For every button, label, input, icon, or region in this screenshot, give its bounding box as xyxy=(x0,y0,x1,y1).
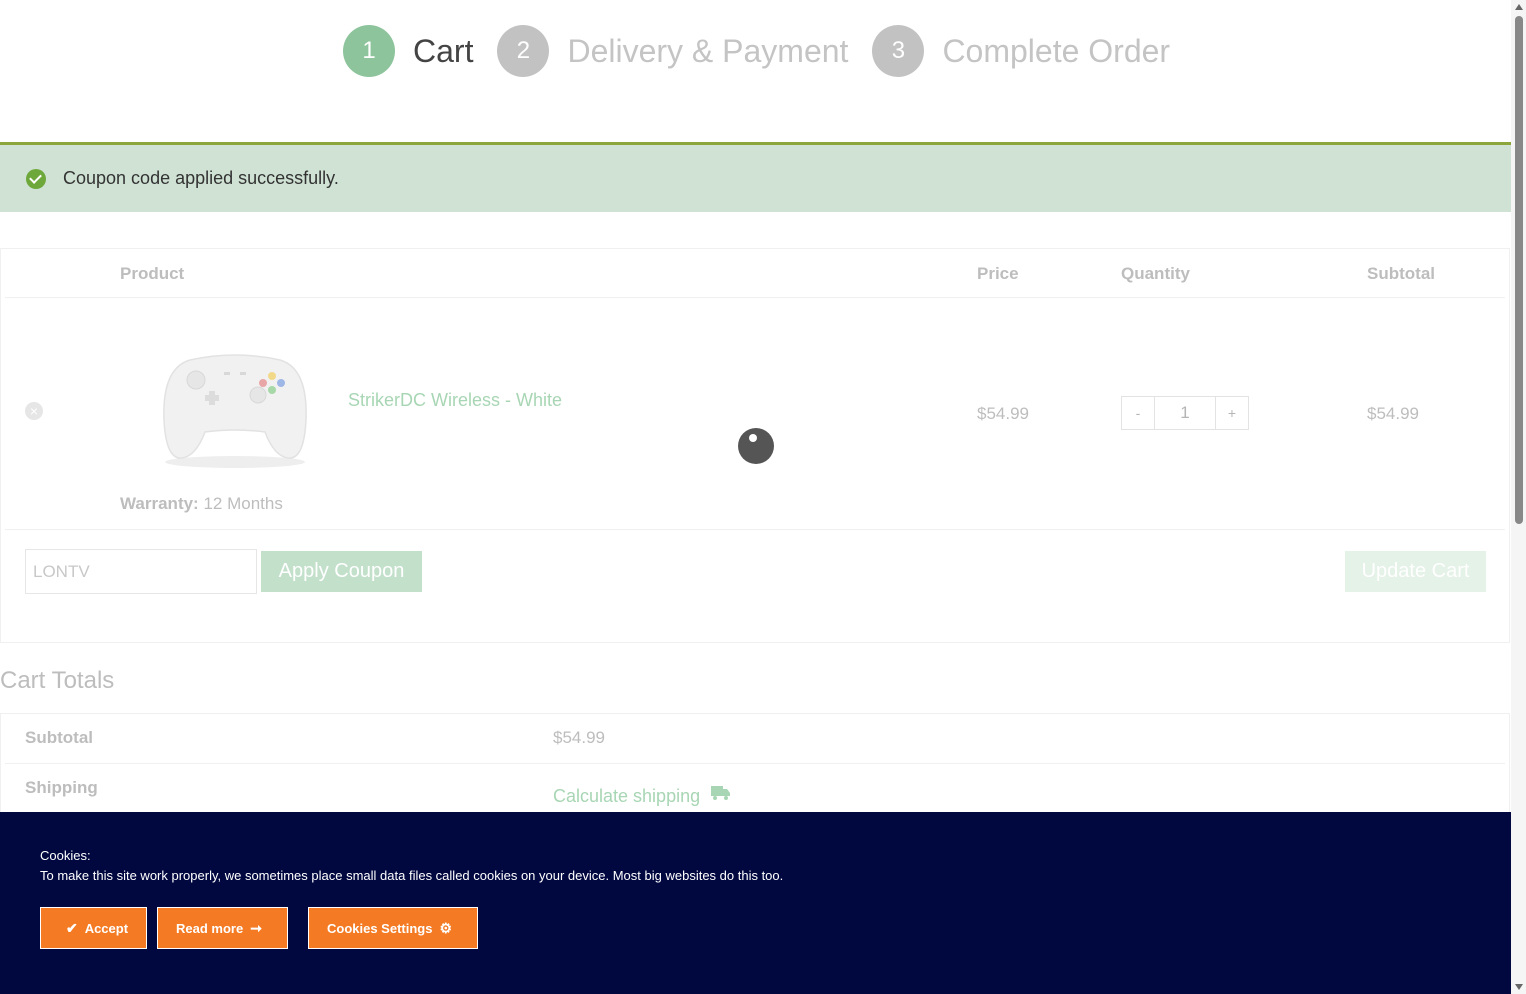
read-more-button[interactable]: Read more ➞ xyxy=(157,907,288,949)
checkmark-icon: ✔ xyxy=(65,919,78,936)
totals-shipping-label: Shipping xyxy=(25,778,98,797)
step-number: 1 xyxy=(343,25,395,77)
scroll-up-arrow-icon[interactable] xyxy=(1515,4,1523,10)
read-more-label: Read more xyxy=(176,920,244,936)
gear-icon: ⚙ xyxy=(439,919,453,936)
cookie-banner: Cookies: To make this site work properly… xyxy=(0,812,1511,994)
product-link[interactable]: StrikerDC Wireless - White xyxy=(348,390,562,411)
step-delivery-payment[interactable]: 2 Delivery & Payment xyxy=(497,25,848,77)
success-notice: Coupon code applied successfully. xyxy=(0,142,1511,212)
calculate-shipping-link[interactable]: Calculate shipping xyxy=(553,786,700,807)
warranty-value: 12 Months xyxy=(203,494,283,513)
accept-label: Accept xyxy=(84,920,129,936)
notice-text: Coupon code applied successfully. xyxy=(63,168,339,188)
cookie-settings-label: Cookies Settings xyxy=(326,920,433,936)
step-label: Delivery & Payment xyxy=(567,32,849,69)
step-cart[interactable]: 1 Cart xyxy=(343,25,473,77)
divider xyxy=(5,763,1505,764)
page-scrollbar[interactable] xyxy=(1511,0,1526,994)
qty-increase-button[interactable]: + xyxy=(1215,396,1249,430)
coupon-code-input[interactable] xyxy=(25,549,257,594)
item-price: $54.99 xyxy=(977,404,1029,423)
step-number: 3 xyxy=(872,25,925,77)
checkout-steps: 1 Cart 2 Delivery & Payment 3 Complete O… xyxy=(343,25,1194,77)
divider xyxy=(5,297,1505,298)
qty-decrease-button[interactable]: - xyxy=(1121,396,1155,430)
header-quantity: Quantity xyxy=(1121,264,1190,283)
apply-coupon-button[interactable]: Apply Coupon xyxy=(261,551,422,592)
totals-subtotal-label: Subtotal xyxy=(25,728,93,747)
warranty-label: Warranty: xyxy=(120,494,199,513)
step-complete-order[interactable]: 3 Complete Order xyxy=(872,25,1170,77)
product-thumbnail[interactable] xyxy=(150,340,320,475)
header-subtotal: Subtotal xyxy=(1367,264,1435,283)
step-number: 2 xyxy=(497,25,550,77)
update-cart-button[interactable]: Update Cart xyxy=(1345,551,1486,592)
scroll-down-arrow-icon[interactable] xyxy=(1515,984,1523,990)
warranty-info: Warranty: 12 Months xyxy=(120,494,283,514)
truck-icon[interactable] xyxy=(711,786,730,800)
header-price: Price xyxy=(977,264,1019,283)
remove-item-icon[interactable]: × xyxy=(25,402,43,420)
quantity-stepper: - + xyxy=(1121,396,1249,430)
header-product: Product xyxy=(120,264,185,283)
cookie-title: Cookies: xyxy=(40,848,91,863)
check-circle-icon xyxy=(26,168,46,189)
step-label: Cart xyxy=(413,32,474,69)
item-subtotal: $54.99 xyxy=(1367,404,1419,423)
cart-totals-title: Cart Totals xyxy=(0,667,115,694)
arrow-right-icon: ➞ xyxy=(250,919,262,936)
divider xyxy=(5,529,1505,530)
totals-subtotal-value: $54.99 xyxy=(553,728,605,747)
cart-page: 1 Cart 2 Delivery & Payment 3 Complete O… xyxy=(0,0,1511,994)
step-label: Complete Order xyxy=(942,32,1171,69)
loading-spinner-icon xyxy=(738,428,774,464)
scrollbar-thumb[interactable] xyxy=(1515,16,1523,524)
cart-totals-table xyxy=(0,713,1510,823)
accept-cookies-button[interactable]: ✔ Accept xyxy=(40,907,147,949)
cookie-settings-button[interactable]: Cookies Settings ⚙ xyxy=(308,907,478,949)
qty-input[interactable] xyxy=(1155,396,1215,430)
cookie-text: To make this site work properly, we some… xyxy=(40,868,784,883)
